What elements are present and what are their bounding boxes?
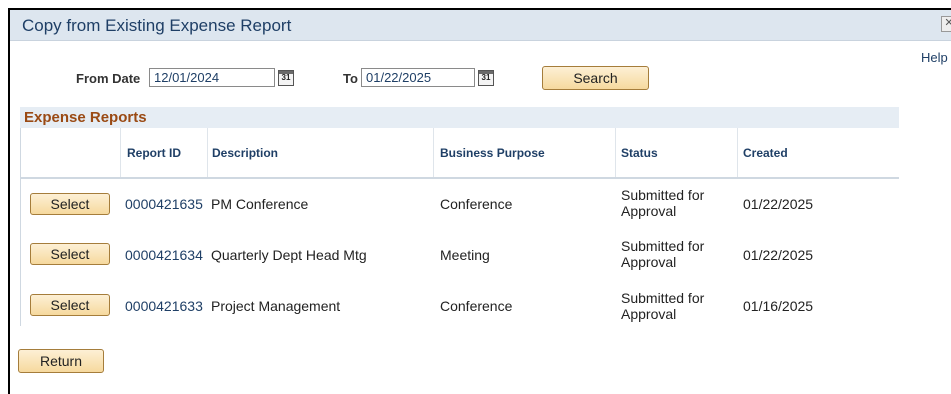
help-link[interactable]: Help: [921, 50, 948, 65]
column-separator: [433, 128, 434, 177]
report-id-link[interactable]: 0000421634: [125, 247, 203, 263]
status-line: Submitted for: [621, 187, 705, 203]
select-button[interactable]: Select: [30, 294, 110, 316]
calendar-icon[interactable]: 31: [478, 70, 494, 86]
status-line: Submitted for: [621, 238, 705, 254]
select-button[interactable]: Select: [30, 193, 110, 215]
column-header-business-purpose[interactable]: Business Purpose: [440, 146, 545, 160]
created-cell: 01/16/2025: [743, 298, 814, 314]
column-header-report-id[interactable]: Report ID: [127, 146, 181, 160]
grid-left-border: [20, 128, 21, 326]
from-date-label: From Date: [76, 71, 141, 86]
grid-title: Expense Reports: [24, 109, 147, 126]
select-button[interactable]: Select: [30, 243, 110, 265]
to-date-input[interactable]: [361, 68, 475, 87]
modal-title-bar: Copy from Existing Expense Report ✕: [10, 10, 951, 41]
column-separator: [615, 128, 616, 177]
status-cell: Submitted for Approval: [621, 238, 704, 270]
status-cell: Submitted for Approval: [621, 290, 704, 322]
close-icon[interactable]: ✕: [941, 16, 951, 32]
description-cell: Quarterly Dept Head Mtg: [211, 247, 367, 263]
report-id-link[interactable]: 0000421635: [125, 196, 203, 212]
status-line: Submitted for: [621, 290, 705, 306]
status-line: Approval: [621, 203, 677, 219]
status-line: Approval: [621, 306, 677, 322]
status-cell: Submitted for Approval: [621, 187, 704, 219]
business-purpose-cell: Conference: [440, 196, 513, 212]
search-button[interactable]: Search: [542, 66, 649, 90]
column-separator: [737, 128, 738, 177]
created-cell: 01/22/2025: [743, 196, 814, 212]
column-header-description[interactable]: Description: [212, 146, 278, 160]
created-cell: 01/22/2025: [743, 247, 814, 263]
from-date-input[interactable]: [149, 68, 275, 87]
business-purpose-cell: Conference: [440, 298, 513, 314]
modal-title: Copy from Existing Expense Report: [22, 16, 292, 35]
status-line: Approval: [621, 254, 677, 270]
calendar-icon[interactable]: 31: [278, 70, 294, 86]
business-purpose-cell: Meeting: [440, 247, 490, 263]
return-button[interactable]: Return: [18, 349, 104, 373]
report-id-link[interactable]: 0000421633: [125, 298, 203, 314]
grid-header: [20, 107, 899, 128]
description-cell: PM Conference: [211, 196, 309, 212]
column-header-created[interactable]: Created: [743, 146, 788, 160]
to-date-label: To: [343, 71, 358, 86]
description-cell: Project Management: [211, 298, 341, 314]
column-separator: [120, 128, 121, 177]
column-header-status[interactable]: Status: [621, 146, 658, 160]
column-separator: [207, 128, 208, 177]
